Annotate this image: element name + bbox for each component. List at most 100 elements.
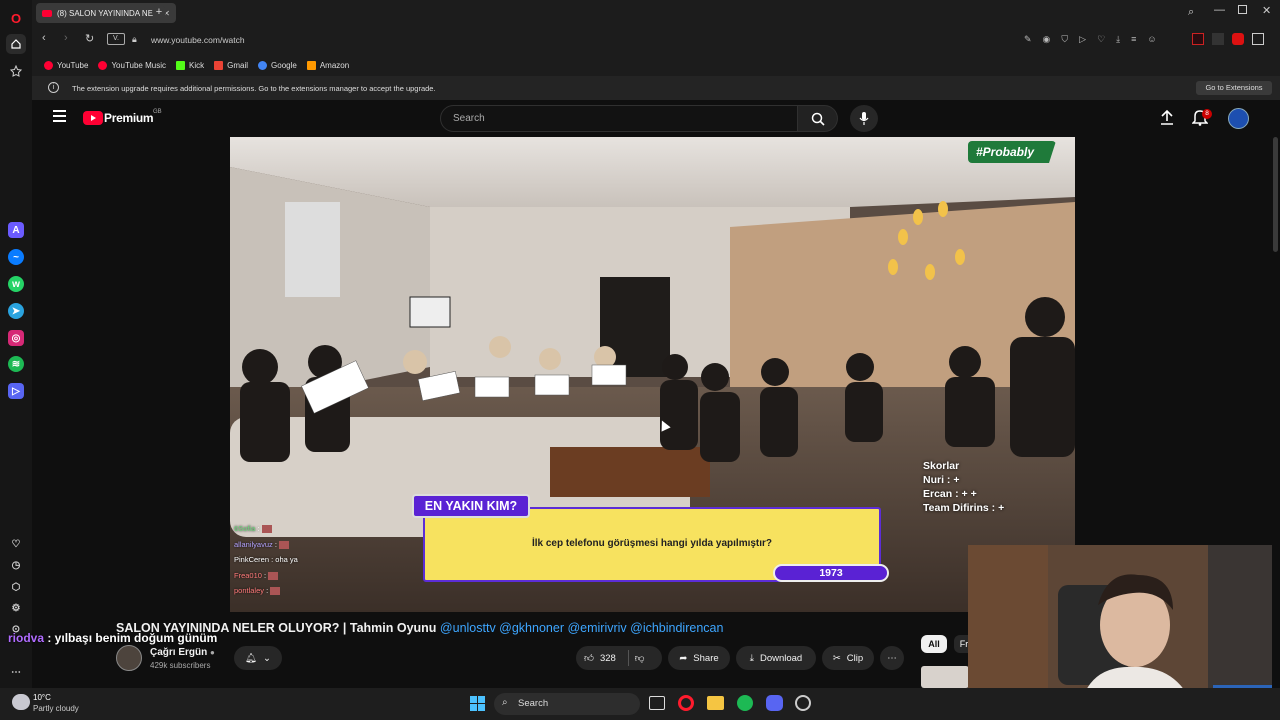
vpn-badge[interactable]: V. xyxy=(107,33,125,45)
tab-bar: (8) SALON YAYININDA NE ✕ + ⌕ — ✕ xyxy=(32,0,1280,26)
weather-temp[interactable]: 10°C xyxy=(33,693,51,702)
gmail-icon xyxy=(214,60,224,70)
emote-icon xyxy=(261,525,272,534)
extensions-cube-icon[interactable]: ⬡ xyxy=(8,579,24,595)
history-icon[interactable]: ◷ xyxy=(8,557,24,573)
youtube-music-icon xyxy=(98,60,108,70)
task-view-icon[interactable] xyxy=(649,696,665,710)
like-button[interactable]: 👍︎ xyxy=(584,652,594,664)
youtube-header: Premium GB Search 8 xyxy=(36,100,1274,137)
weather-desc[interactable]: Partly cloudy xyxy=(33,704,79,713)
camera-icon[interactable]: ◉ xyxy=(1043,34,1051,45)
profile-icon[interactable]: ☺ xyxy=(1147,34,1156,45)
heart-outline-icon[interactable]: ♡ xyxy=(1097,34,1105,45)
scoreboard-row: Ercan : + + xyxy=(923,488,977,500)
page-scrollbar[interactable] xyxy=(1272,137,1280,720)
bookmark-google[interactable]: Google xyxy=(258,60,297,70)
avatar[interactable] xyxy=(1228,108,1249,129)
youtube-premium-logo[interactable]: Premium xyxy=(104,111,154,125)
edit-icon[interactable]: ✎ xyxy=(1024,34,1032,45)
search-icon xyxy=(811,112,825,126)
google-icon xyxy=(258,60,268,70)
start-windows-icon[interactable] xyxy=(470,696,485,711)
info-message: The extension upgrade requires additiona… xyxy=(72,84,436,93)
restore-icon[interactable] xyxy=(1238,5,1247,14)
upload-icon[interactable] xyxy=(1160,109,1174,130)
bookmark-youtube-music[interactable]: YouTube Music xyxy=(98,60,166,70)
video-title-mentions[interactable]: @unlosttv @gkhnoner @emirivriv @ichbindi… xyxy=(440,621,724,635)
bookmarks-bar: YouTube YouTube Music Kick Gmail Google … xyxy=(32,54,1280,76)
new-tab-button[interactable]: + xyxy=(152,5,166,19)
subscriber-count: 429k subscribers xyxy=(150,661,211,670)
download-icon[interactable]: ⤓ xyxy=(1116,34,1120,45)
more-dots-icon: ⋯ xyxy=(887,652,897,664)
telegram-icon[interactable]: ➤ xyxy=(8,303,24,319)
related-thumbnail[interactable] xyxy=(921,666,969,688)
heart-icon[interactable]: ♡ xyxy=(8,536,24,552)
chat-line: Frea010 : xyxy=(234,568,298,584)
url-field[interactable]: www.youtube.com/watch xyxy=(151,35,245,45)
search-button[interactable] xyxy=(798,105,838,132)
aria-icon[interactable] xyxy=(8,63,24,79)
share-button[interactable]: ➦ Share xyxy=(668,646,730,670)
bookmark-amazon[interactable]: Amazon xyxy=(306,60,349,70)
channel-avatar[interactable] xyxy=(116,645,142,671)
subscribe-bell-button[interactable]: 🔔︎ ⌄ xyxy=(234,646,282,670)
quiz-answer: 1973 xyxy=(773,564,889,582)
steam-taskbar-icon[interactable] xyxy=(795,695,811,711)
channel-name[interactable]: Çağrı Ergün ● xyxy=(150,647,215,658)
reload-icon[interactable]: ↻ xyxy=(85,32,94,45)
video-player[interactable]: #Probably Skorlar Nuri : + Ercan : + + T… xyxy=(230,137,1075,612)
bookmark-gmail[interactable]: Gmail xyxy=(214,60,248,70)
play-icon[interactable]: ▷ xyxy=(1079,34,1086,45)
emote-icon xyxy=(279,540,290,549)
overlay-chat-text: : yılbaşı benim doğum günüm xyxy=(44,631,218,645)
clip-button[interactable]: ✂ Clip xyxy=(822,646,874,670)
extension-2-icon[interactable] xyxy=(1212,33,1224,45)
spotify-icon[interactable]: ≋ xyxy=(8,356,24,372)
go-to-extensions-button[interactable]: Go to Extensions xyxy=(1196,81,1272,95)
dislike-button[interactable]: 👎︎ xyxy=(635,652,645,664)
extensions-menu-icon[interactable] xyxy=(1252,33,1264,45)
messenger-icon[interactable]: ~ xyxy=(8,249,24,265)
bookmark-kick[interactable]: Kick xyxy=(176,60,204,70)
opera-logo-icon[interactable]: O xyxy=(8,10,24,26)
aria-ai-icon[interactable]: A xyxy=(8,222,24,238)
chevron-down-icon: ⌄ xyxy=(263,652,272,664)
taskbar-search-icon: ⌕ xyxy=(502,697,508,708)
extension-1-icon[interactable] xyxy=(1192,33,1204,45)
discord-taskbar-icon[interactable] xyxy=(766,695,783,711)
hamburger-menu-icon[interactable] xyxy=(53,110,66,122)
forward-icon[interactable]: › xyxy=(64,32,68,44)
more-icon[interactable]: ⋯ xyxy=(8,664,24,680)
info-icon: i xyxy=(48,82,59,93)
more-actions-button[interactable]: ⋯ xyxy=(880,646,904,670)
menu-lines-icon[interactable]: ≡ xyxy=(1131,34,1136,45)
scrollbar-thumb[interactable] xyxy=(1273,137,1278,252)
home-icon[interactable] xyxy=(6,34,26,54)
spotify-taskbar-icon[interactable] xyxy=(737,695,753,711)
close-window-icon[interactable]: ✕ xyxy=(1262,4,1271,17)
player-icon[interactable]: ▷ xyxy=(8,383,24,399)
minimize-icon[interactable]: — xyxy=(1214,4,1225,16)
voice-search-button[interactable] xyxy=(850,105,878,132)
youtube-logo-icon[interactable] xyxy=(83,111,103,125)
tab-search-icon[interactable]: ⌕ xyxy=(1188,6,1194,19)
opera-taskbar-icon[interactable] xyxy=(678,695,694,711)
scoreboard: Skorlar Nuri : + Ercan : + + Team Difiri… xyxy=(923,459,1004,515)
bookmark-youtube[interactable]: YouTube xyxy=(44,60,88,70)
back-icon[interactable]: ‹ xyxy=(42,32,46,44)
youtube-favicon-icon xyxy=(42,9,52,17)
file-explorer-icon[interactable] xyxy=(707,696,724,710)
search-input[interactable]: Search xyxy=(440,105,798,132)
settings-gear-icon[interactable]: ⚙ xyxy=(8,600,24,616)
taskbar-search[interactable]: ⌕ Search xyxy=(494,693,640,715)
chip-all[interactable]: All xyxy=(921,635,947,653)
whatsapp-icon[interactable]: w xyxy=(8,276,24,292)
download-button[interactable]: ⤓ Download xyxy=(736,646,816,670)
weather-icon[interactable] xyxy=(12,694,30,710)
shield-icon[interactable]: ⛉ xyxy=(1061,34,1068,45)
instagram-icon[interactable]: ◎ xyxy=(8,330,24,346)
extension-3-icon[interactable] xyxy=(1232,33,1244,45)
quiz-header: EN YAKIN KIM? xyxy=(412,494,530,518)
